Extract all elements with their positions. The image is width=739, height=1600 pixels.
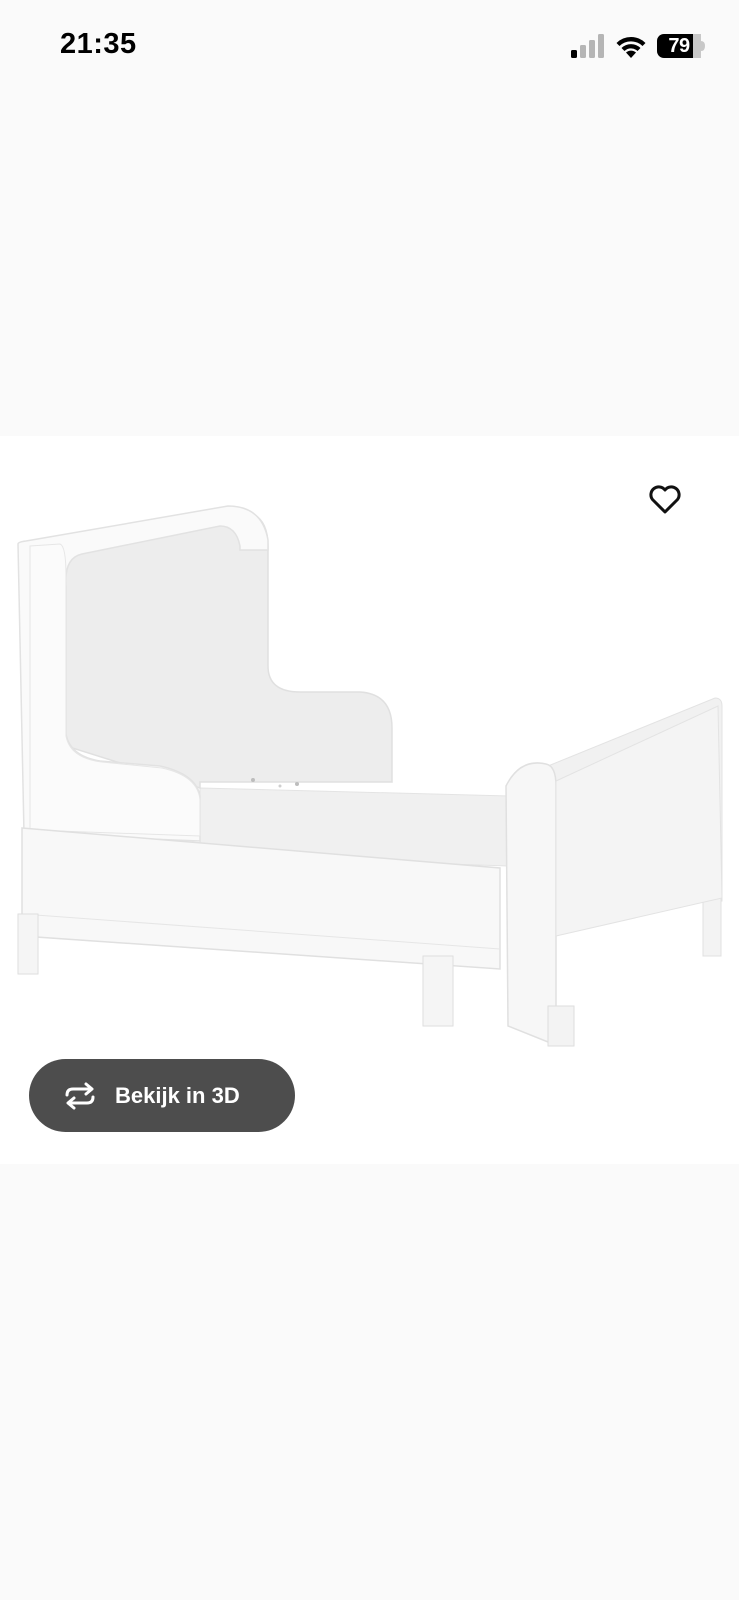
wifi-icon (616, 36, 646, 58)
view-in-3d-label: Bekijk in 3D (115, 1082, 240, 1108)
heart-outline-icon (649, 485, 681, 514)
battery-level: 79 (668, 35, 690, 57)
status-icons: 79 (539, 0, 739, 95)
bed-product-image (17, 505, 723, 1047)
product-image-gallery[interactable]: Bekijk in 3D (0, 436, 739, 1164)
view-in-3d-button[interactable]: Bekijk in 3D (29, 1059, 295, 1132)
status-time: 21:35 (60, 28, 137, 60)
signal-icon (571, 34, 604, 58)
rotate-arrows-icon (65, 1082, 95, 1109)
status-bar: 21:35 79 (0, 0, 739, 95)
favorite-button[interactable] (642, 476, 688, 522)
